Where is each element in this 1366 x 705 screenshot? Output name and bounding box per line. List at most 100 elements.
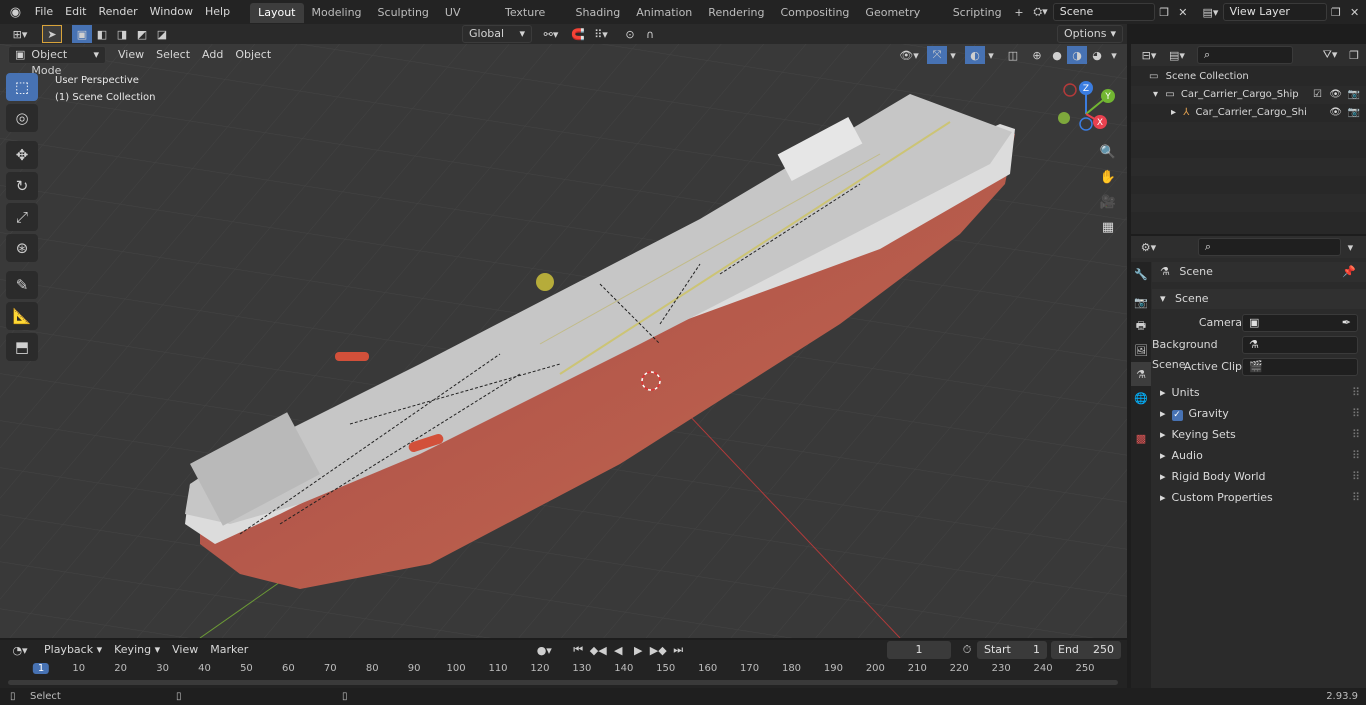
menu-window[interactable]: Window [144, 0, 199, 24]
close-scene-icon[interactable]: ✕ [1174, 3, 1193, 21]
editor-type-icon[interactable]: ⊞▾ [6, 25, 34, 43]
panel-gravity[interactable]: ▸ ✓ Gravity ⠿ [1152, 404, 1366, 424]
panel-custom-properties[interactable]: ▸ Custom Properties ⠿ [1152, 488, 1366, 508]
blender-logo-icon[interactable]: ◉ [6, 3, 25, 21]
snap-icon[interactable]: 🧲 [568, 25, 588, 43]
shading-dropdown-icon[interactable]: ▾ [1107, 46, 1121, 64]
menu-render[interactable]: Render [92, 0, 143, 24]
active-clip-field[interactable]: 🎬 [1242, 358, 1358, 376]
move-tool-icon[interactable]: ✥ [6, 141, 38, 169]
tool-tab-icon[interactable]: 🔧 [1131, 262, 1151, 286]
cursor-tool-icon[interactable]: ◎ [6, 104, 38, 132]
select-subtract-icon[interactable]: ◨ [112, 25, 132, 43]
expand-arrow-icon[interactable]: ▸ [1171, 107, 1176, 118]
viewport-menu-object[interactable]: Object [229, 45, 277, 65]
select-box-tool-icon[interactable]: ⬚ [6, 73, 38, 101]
proportional-falloff-icon[interactable]: ∩ [640, 25, 660, 43]
select-tool-icon[interactable]: ➤ [42, 25, 62, 43]
panel-rigid-body-world[interactable]: ▸ Rigid Body World ⠿ [1152, 467, 1366, 487]
eye-icon[interactable]: 👁 [1329, 104, 1342, 122]
properties-editor-icon[interactable]: ⚙▾ [1135, 238, 1162, 256]
checkbox-icon[interactable]: ☑ [1313, 86, 1322, 104]
select-extend-icon[interactable]: ◧ [92, 25, 112, 43]
outliner-scene-collection[interactable]: ▭ Scene Collection [1131, 68, 1366, 86]
panel-units[interactable]: ▸ Units ⠿ [1152, 383, 1366, 403]
options-dropdown[interactable]: Options ▾ [1057, 25, 1123, 43]
filter-icon[interactable]: ⛛▾ [1316, 46, 1344, 64]
outliner-item-collection[interactable]: ▾ ▭ Car_Carrier_Cargo_Ship ☑ 👁 📷 [1131, 86, 1366, 104]
add-workspace-icon[interactable]: + [1010, 3, 1029, 21]
xray-icon[interactable]: ◫ [1003, 46, 1023, 64]
drag-handle-icon[interactable]: ⠿ [1352, 404, 1360, 424]
camera-render-icon[interactable]: 📷 [1348, 104, 1360, 122]
scale-tool-icon[interactable]: ⤢ [6, 203, 38, 231]
mode-dropdown[interactable]: ▣ Object Mode ▾ [8, 46, 106, 77]
tab-scripting[interactable]: Scripting [945, 3, 1010, 23]
pan-hand-icon[interactable]: ✋ [1096, 165, 1120, 189]
scene-selector[interactable]: Scene [1052, 3, 1155, 21]
perspective-toggle-icon[interactable]: ▦ [1096, 215, 1120, 239]
timeline-scrollbar[interactable] [8, 680, 1118, 685]
select-invert-icon[interactable]: ◩ [132, 25, 152, 43]
tab-modeling[interactable]: Modeling [304, 3, 370, 23]
solid-shading-icon[interactable]: ● [1047, 46, 1067, 64]
viewport-3d[interactable]: ▣ Object Mode ▾ View Select Add Object 👁▾ ⤧… [0, 44, 1127, 638]
world-tab-icon[interactable]: 🌐 [1131, 386, 1151, 410]
drag-handle-icon[interactable]: ⠿ [1352, 425, 1360, 445]
outliner-editor-icon[interactable]: ⊟▾ [1135, 46, 1163, 64]
measure-tool-icon[interactable]: 📐 [6, 302, 38, 330]
tab-rendering[interactable]: Rendering [700, 3, 772, 23]
close-view-layer-icon[interactable]: ✕ [1345, 3, 1364, 21]
eye-icon[interactable]: 👁 [1329, 86, 1342, 104]
panel-keying-sets[interactable]: ▸ Keying Sets ⠿ [1152, 425, 1366, 445]
viewport-menu-add[interactable]: Add [196, 45, 229, 65]
background-scene-field[interactable]: ⚗ [1242, 336, 1358, 354]
panel-scene-header[interactable]: ▾ Scene [1152, 289, 1366, 309]
render-tab-icon[interactable]: 📷 [1131, 290, 1151, 314]
tab-layout[interactable]: Layout [250, 3, 304, 23]
pin-icon[interactable]: 📌 [1342, 262, 1356, 282]
gravity-checkbox[interactable]: ✓ [1171, 410, 1183, 421]
transform-orientation-dropdown[interactable]: Global ▾ [462, 25, 532, 43]
zoom-icon[interactable]: 🔍 [1096, 140, 1120, 164]
tab-geometry-nodes[interactable]: Geometry Nodes [857, 3, 944, 39]
gizmo-dropdown-icon[interactable]: ▾ [947, 46, 959, 64]
pivot-point-icon[interactable]: ⚯▾ [538, 25, 564, 43]
drag-handle-icon[interactable]: ⠿ [1352, 383, 1360, 403]
wireframe-shading-icon[interactable]: ⊕ [1027, 46, 1047, 64]
viewport-menu-view[interactable]: View [112, 45, 150, 65]
menu-file[interactable]: File [29, 0, 59, 24]
camera-render-icon[interactable]: 📷 [1348, 86, 1360, 104]
transform-tool-icon[interactable]: ⊛ [6, 234, 38, 262]
tab-shading[interactable]: Shading [568, 3, 629, 23]
tab-animation[interactable]: Animation [628, 3, 700, 23]
outliner-item-object[interactable]: ▸ ⅄ Car_Carrier_Cargo_Ship_ 👁 📷 [1131, 104, 1366, 122]
copy-view-layer-icon[interactable]: ❐ [1327, 3, 1346, 21]
snap-target-icon[interactable]: ⠿▾ [588, 25, 614, 43]
proportional-edit-icon[interactable]: ⊙ [620, 25, 640, 43]
output-tab-icon[interactable]: 🖶 [1131, 314, 1151, 338]
camera-field[interactable]: ▣ ✒ [1242, 314, 1358, 332]
overlay-toggle-icon[interactable]: ◐ [965, 46, 985, 64]
rotate-tool-icon[interactable]: ↻ [6, 172, 38, 200]
visibility-icon[interactable]: 👁▾ [895, 46, 923, 64]
new-collection-icon[interactable]: ❐ [1344, 46, 1364, 64]
rendered-shading-icon[interactable]: ◕ [1087, 46, 1107, 64]
eyedropper-icon[interactable]: ✒ [1342, 315, 1351, 331]
view-layer-icon[interactable]: ▤▾ [1198, 3, 1222, 21]
overlay-dropdown-icon[interactable]: ▾ [985, 46, 997, 64]
material-shading-icon[interactable]: ◑ [1067, 46, 1087, 64]
tab-sculpting[interactable]: Sculpting [370, 3, 437, 23]
add-cube-tool-icon[interactable]: ⬒ [6, 333, 38, 361]
display-mode-icon[interactable]: ▤▾ [1163, 46, 1191, 64]
texture-tab-icon[interactable]: ▩ [1131, 426, 1151, 450]
expand-arrow-icon[interactable]: ▾ [1153, 89, 1158, 100]
menu-help[interactable]: Help [199, 0, 236, 24]
camera-view-icon[interactable]: 🎥 [1096, 190, 1120, 214]
select-new-icon[interactable]: ▣ [72, 25, 92, 43]
viewport-menu-select[interactable]: Select [150, 45, 196, 65]
gizmo-toggle-icon[interactable]: ⤧ [927, 46, 947, 64]
select-intersect-icon[interactable]: ◪ [152, 25, 172, 43]
view-layer-selector[interactable]: View Layer [1222, 3, 1327, 21]
scene-icon[interactable]: ⛭▾ [1028, 3, 1052, 21]
